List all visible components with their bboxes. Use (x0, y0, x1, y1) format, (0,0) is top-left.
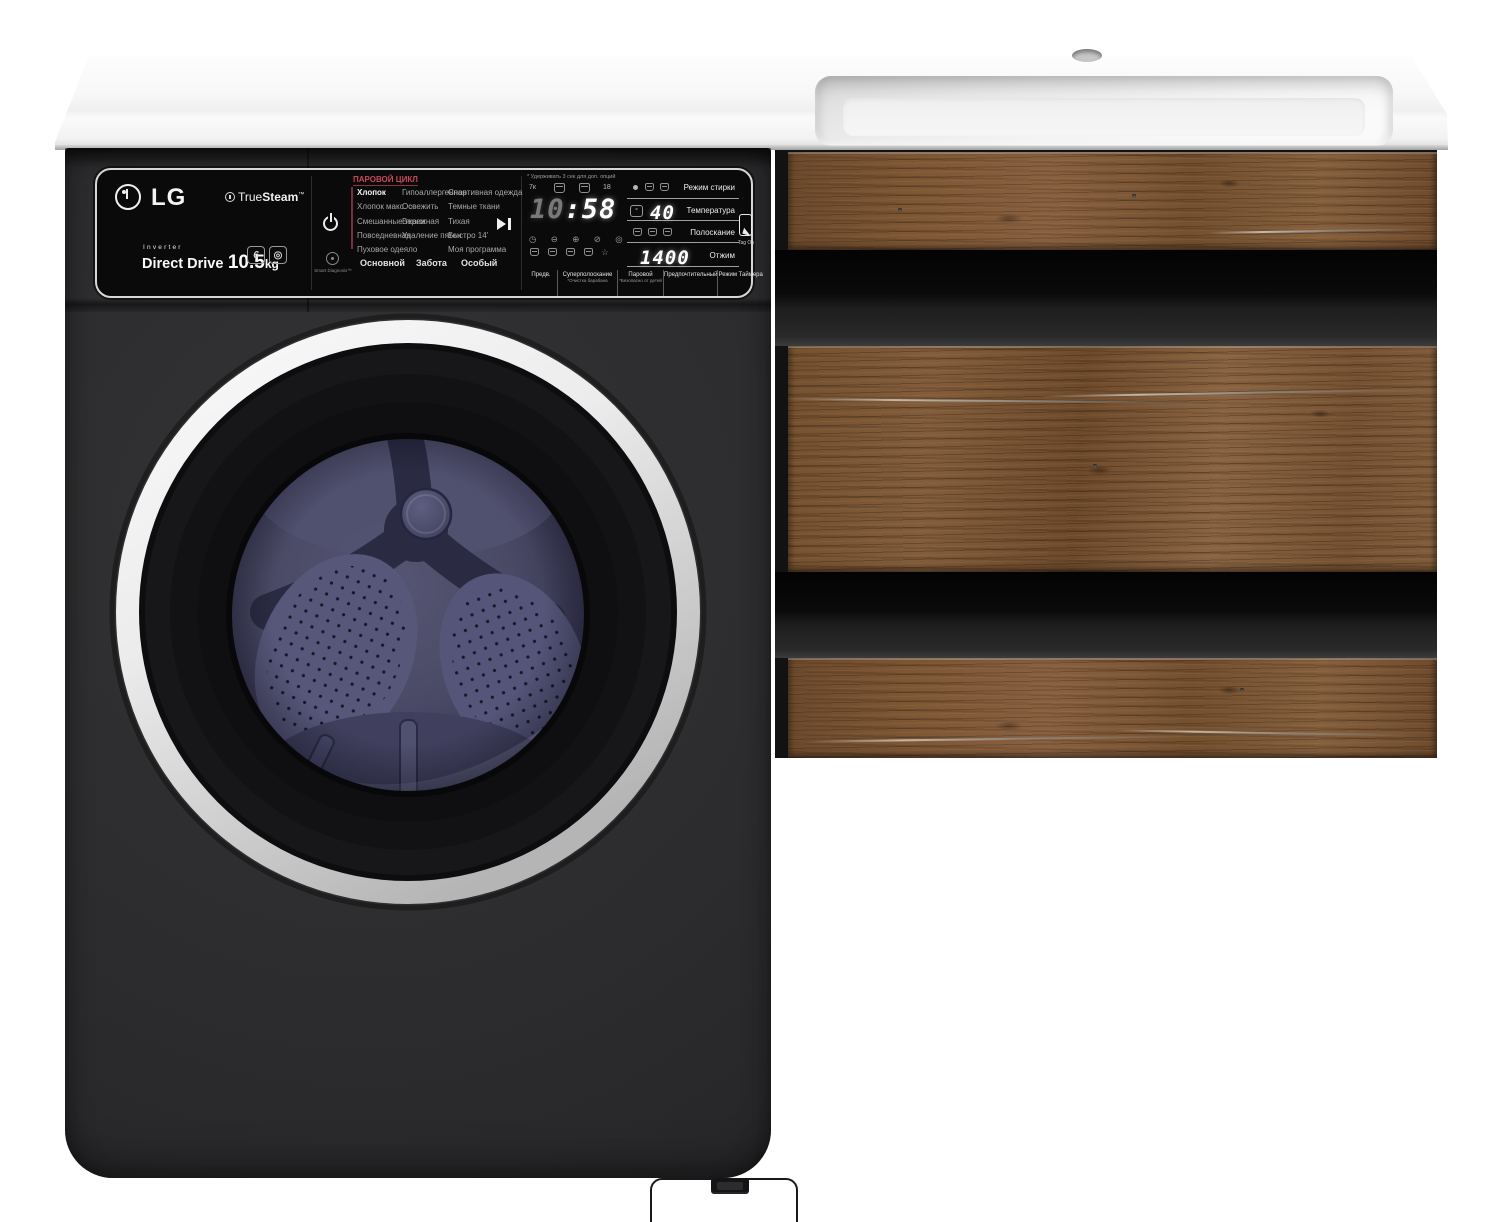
truesteam-label: TrueSteam™ (225, 190, 304, 204)
option-favorite: Предпочтительный (663, 270, 717, 296)
direct-drive-label: Direct Drive (142, 256, 223, 272)
steam-cycle-header: ПАРОВОЙ ЦИКЛ (353, 175, 418, 186)
screw-detail (1240, 688, 1244, 692)
favorite-star-icon: ☆ (601, 247, 609, 258)
program-item: Темные ткани (448, 200, 522, 214)
option-super-rinse: Суперполоскание *Очистка барабана (557, 270, 617, 296)
tub-icon (579, 183, 590, 193)
drawer-gap (775, 572, 1437, 658)
program-item: Моя программа (448, 243, 522, 257)
wash-mode-label: Режим стирки (657, 183, 735, 192)
smart-diagnosis-label: Smart Diagnosis™ (308, 268, 358, 273)
wood-crack (808, 735, 1188, 742)
option-prewash: Предв. (525, 270, 557, 296)
option-steam: Паровой *Безопасно от детей (617, 270, 663, 296)
truesteam-bold: Steam (262, 190, 298, 204)
steam-cycle-line (351, 187, 353, 249)
option-label: Предпочтительный (664, 272, 717, 278)
spin-label: Отжим (657, 251, 735, 260)
vanity-cabinet (775, 150, 1437, 758)
row-divider (627, 198, 739, 199)
status-icons-row: ◷ ⊖ ⊕ ⊘ ◎ (529, 234, 629, 245)
row-divider (627, 220, 739, 221)
load-size-left-label: 7к (529, 184, 536, 191)
time-minutes: 58 (582, 194, 617, 225)
service-door (650, 1178, 798, 1222)
wood-crack (1038, 389, 1437, 398)
steam-badge-icon: ◎ (269, 246, 287, 264)
washer-door (108, 312, 708, 912)
temp-badge-icon: ° (630, 205, 643, 217)
brand-text: LG (151, 184, 186, 212)
time-display: 10:58 (530, 194, 616, 225)
truesteam-tm: ™ (298, 192, 304, 198)
program-item: Быстро 14' (448, 229, 522, 243)
program-item: Тихая (448, 215, 522, 229)
tag-on-label: Tag On (733, 240, 759, 246)
time-colon: : (565, 194, 582, 225)
tub-icon (566, 248, 575, 256)
option-label: Режим Таймера (718, 272, 762, 278)
wood-crack (788, 398, 1218, 404)
screw-detail (1132, 194, 1136, 198)
program-group-main: Основной (360, 258, 405, 268)
inverter-label: Inverter (143, 244, 183, 251)
six-motion-badge-icon: 6 (247, 246, 265, 264)
truesteam-prefix: True (238, 190, 262, 204)
program-group-care: Забота (416, 258, 447, 268)
program-item: Спортивная одежда (448, 186, 522, 200)
steam-icon (225, 192, 235, 202)
service-door-handle-icon (711, 1178, 749, 1194)
tub-icon (554, 183, 565, 193)
control-panel: LG TrueSteam™ Inverter Direct Drive 10.5… (95, 168, 753, 298)
tag-on-icon (739, 214, 752, 236)
product-image: LG TrueSteam™ Inverter Direct Drive 10.5… (0, 0, 1500, 1222)
screw-detail (898, 208, 902, 212)
tub-icon (530, 248, 539, 256)
option-label: Предв. (525, 272, 557, 278)
temperature-label: Температура (657, 206, 735, 215)
program-column-3: Спортивная одежда Темные ткани Тихая Быс… (448, 186, 522, 257)
drawer-bottom (788, 658, 1437, 758)
option-timer: Режим Таймера (717, 270, 762, 296)
wood-crack (1208, 228, 1428, 234)
option-buttons-row: Предв. Суперполоскание *Очистка барабана… (525, 270, 751, 296)
countertop (55, 56, 1448, 150)
panel-body-seam (65, 298, 771, 312)
faucet-hole (1072, 49, 1102, 62)
wash-mode-dot-icon (633, 185, 638, 190)
option-sub: *Очистка барабана (558, 278, 617, 283)
time-hours: 10 (530, 194, 565, 225)
sink-basin (815, 76, 1393, 146)
tub-icon (584, 248, 593, 256)
drawer-middle (788, 346, 1437, 572)
tub-icon (548, 248, 557, 256)
rinse-label: Полоскание (657, 228, 735, 237)
lg-logo-icon (115, 184, 141, 210)
program-group-special: Особый (461, 258, 497, 268)
play-pause-icon (497, 218, 506, 230)
washer-top-shadow (65, 148, 771, 168)
program-item: Пуховое одеяло (357, 243, 426, 257)
drawer-top (788, 152, 1437, 250)
load-size-right-label: 18 (603, 184, 611, 191)
screw-detail (1093, 464, 1097, 468)
row-divider (627, 266, 739, 267)
tub-icon (633, 228, 642, 236)
tub-icon (645, 183, 654, 191)
smart-diagnosis-icon (326, 252, 339, 265)
row-divider (627, 242, 739, 243)
drawer-gap (775, 250, 1437, 346)
sink-basin-floor (843, 98, 1365, 136)
hold-hint-label: * Удерживать 3 сек для доп. опций (527, 174, 615, 180)
tub-icon (648, 228, 657, 236)
option-sub: *Безопасно от детей (618, 278, 663, 283)
power-button-icon (323, 216, 338, 231)
